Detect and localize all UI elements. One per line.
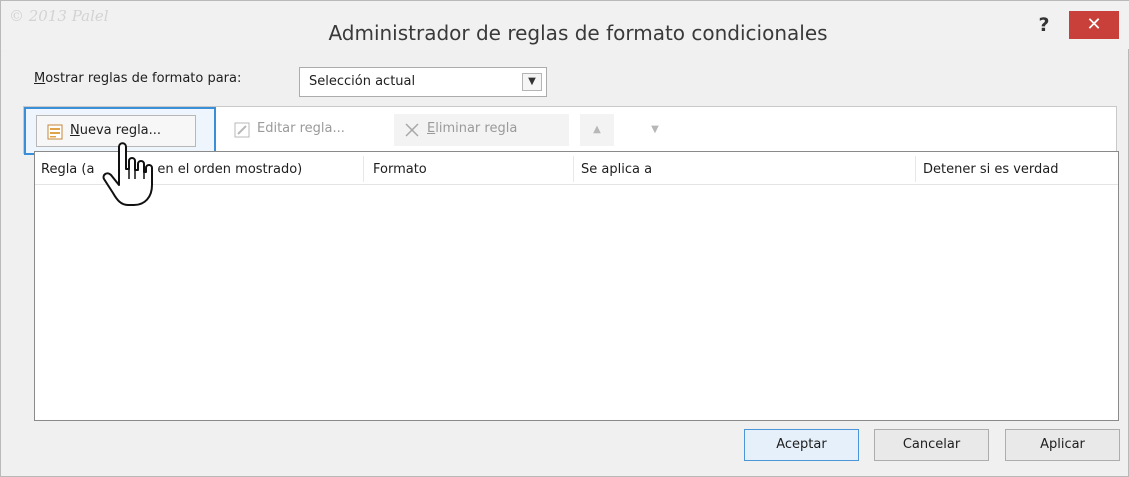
title-bar: © 2013 Palel Administrador de reglas de … xyxy=(1,1,1129,49)
rules-toolbar: Nueva regla... Editar regla... Eliminar … xyxy=(23,106,1117,155)
new-rule-accesskey: N xyxy=(70,123,80,138)
column-rule-start[interactable]: Regla (a xyxy=(41,152,94,184)
delete-rule-button[interactable]: Eliminar regla xyxy=(394,114,569,146)
column-format[interactable]: Formato xyxy=(373,152,427,184)
rules-list[interactable]: Regla (a da en el orden mostrado) Format… xyxy=(34,151,1119,421)
edit-rule-icon xyxy=(234,122,250,138)
move-up-icon[interactable]: ▲ xyxy=(580,114,614,146)
column-rule-end[interactable]: da en el orden mostrado) xyxy=(137,152,302,184)
new-rule-icon xyxy=(47,124,63,140)
column-divider[interactable] xyxy=(915,156,916,182)
help-button[interactable]: ? xyxy=(1029,12,1059,38)
edit-rule-label: Editar regla... xyxy=(257,121,345,136)
column-divider[interactable] xyxy=(363,156,364,182)
show-rules-for-select[interactable]: Selección actual ▼ xyxy=(299,67,547,97)
column-stop-if-true[interactable]: Detener si es verdad xyxy=(923,152,1059,184)
move-down-icon[interactable]: ▼ xyxy=(638,114,672,146)
select-value: Selección actual xyxy=(309,74,416,89)
column-applies-to[interactable]: Se aplica a xyxy=(581,152,652,184)
new-rule-text: ueva regla... xyxy=(79,123,162,138)
show-rules-label-text: ostrar reglas de formato para: xyxy=(45,71,242,86)
dropdown-arrow-icon[interactable]: ▼ xyxy=(522,73,542,91)
watermark: © 2013 Palel xyxy=(9,7,109,25)
conditional-formatting-dialog: © 2013 Palel Administrador de reglas de … xyxy=(0,0,1129,477)
close-button[interactable]: ✕ xyxy=(1069,11,1119,39)
cancel-button[interactable]: Cancelar xyxy=(874,429,989,461)
accept-button[interactable]: Aceptar xyxy=(744,429,859,461)
hand-cursor-icon xyxy=(102,142,153,206)
delete-rule-accesskey: E xyxy=(427,121,436,136)
rules-list-header: Regla (a da en el orden mostrado) Format… xyxy=(35,152,1118,185)
new-rule-label: Nueva regla... xyxy=(70,123,161,138)
delete-rule-text: liminar regla xyxy=(435,121,518,136)
show-rules-label: Mostrar reglas de formato para: xyxy=(34,71,241,86)
delete-rule-label: Eliminar regla xyxy=(427,121,517,136)
apply-button[interactable]: Aplicar xyxy=(1005,429,1120,461)
edit-rule-button[interactable]: Editar regla... xyxy=(224,114,384,146)
delete-icon xyxy=(405,123,419,137)
show-rules-label-accesskey: M xyxy=(34,71,46,86)
column-divider[interactable] xyxy=(573,156,574,182)
dialog-title: Administrador de reglas de formato condi… xyxy=(328,21,828,45)
